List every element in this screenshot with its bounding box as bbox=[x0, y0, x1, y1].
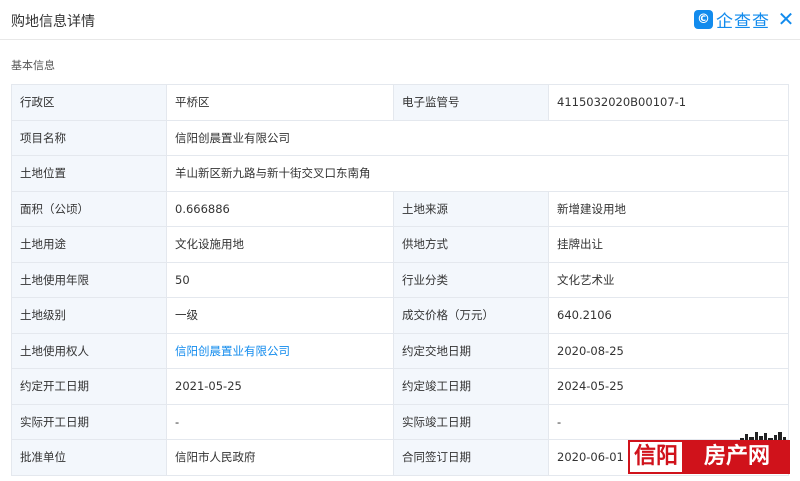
close-icon[interactable]: ✕ bbox=[775, 8, 797, 30]
table-row: 面积（公顷） 0.666886 土地来源 新增建设用地 bbox=[11, 190, 789, 227]
label-supervision-no: 电子监管号 bbox=[393, 84, 549, 121]
watermark-right-text: 房产网 bbox=[684, 440, 790, 474]
value-supply-method: 挂牌出让 bbox=[548, 226, 789, 263]
section-title-basic-info: 基本信息 bbox=[11, 59, 55, 72]
table-row: 约定开工日期 2021-05-25 约定竣工日期 2024-05-25 bbox=[11, 368, 789, 405]
label-district: 行政区 bbox=[11, 84, 167, 121]
table-row: 土地用途 文化设施用地 供地方式 挂牌出让 bbox=[11, 226, 789, 263]
label-actual-start-date: 实际开工日期 bbox=[11, 403, 167, 440]
label-land-grade: 土地级别 bbox=[11, 297, 167, 334]
label-supply-method: 供地方式 bbox=[393, 226, 549, 263]
label-actual-completion-date: 实际竣工日期 bbox=[393, 403, 549, 440]
label-land-source: 土地来源 bbox=[393, 190, 549, 227]
qichacha-logo-icon: © bbox=[694, 9, 713, 29]
table-row: 土地使用权人 信阳创晨置业有限公司 约定交地日期 2020-08-25 bbox=[11, 332, 789, 369]
table-row: 土地位置 羊山新区新九路与新十街交叉口东南角 bbox=[11, 155, 789, 192]
table-row: 行政区 平桥区 电子监管号 4115032020B00107-1 bbox=[11, 84, 789, 121]
land-info-table: 行政区 平桥区 电子监管号 4115032020B00107-1 项目名称 信阳… bbox=[11, 84, 789, 476]
watermark-left-text: 信阳 bbox=[628, 440, 684, 474]
watermark-text: 信阳 房产网 bbox=[628, 440, 790, 474]
label-delivery-date: 约定交地日期 bbox=[393, 332, 549, 369]
value-land-grade: 一级 bbox=[166, 297, 394, 334]
value-district: 平桥区 bbox=[166, 84, 394, 121]
table-row: 土地使用年限 50 行业分类 文化艺术业 bbox=[11, 261, 789, 298]
qichacha-logo: © 企查查 bbox=[694, 8, 770, 32]
label-land-user: 土地使用权人 bbox=[11, 332, 167, 369]
label-area: 面积（公顷） bbox=[11, 190, 167, 227]
label-contract-date: 合同签订日期 bbox=[393, 439, 549, 476]
value-land-use: 文化设施用地 bbox=[166, 226, 394, 263]
label-project-name: 项目名称 bbox=[11, 119, 167, 156]
dialog-title: 购地信息详情 bbox=[11, 14, 95, 30]
label-industry: 行业分类 bbox=[393, 261, 549, 298]
dialog-header: 购地信息详情 © 企查查 ✕ bbox=[0, 0, 800, 40]
value-supervision-no: 4115032020B00107-1 bbox=[548, 84, 789, 121]
label-land-location: 土地位置 bbox=[11, 155, 167, 192]
value-delivery-date: 2020-08-25 bbox=[548, 332, 789, 369]
value-area: 0.666886 bbox=[166, 190, 394, 227]
label-approval-unit: 批准单位 bbox=[11, 439, 167, 476]
land-user-link[interactable]: 信阳创晨置业有限公司 bbox=[166, 332, 394, 369]
xinyang-property-watermark: 信阳 房产网 bbox=[628, 432, 790, 474]
qichacha-logo-text: 企查查 bbox=[716, 11, 770, 32]
value-actual-start-date: - bbox=[166, 403, 394, 440]
value-deal-price: 640.2106 bbox=[548, 297, 789, 334]
label-agreed-completion-date: 约定竣工日期 bbox=[393, 368, 549, 405]
value-land-source: 新增建设用地 bbox=[548, 190, 789, 227]
label-land-use: 土地用途 bbox=[11, 226, 167, 263]
value-agreed-start-date: 2021-05-25 bbox=[166, 368, 394, 405]
value-industry: 文化艺术业 bbox=[548, 261, 789, 298]
value-agreed-completion-date: 2024-05-25 bbox=[548, 368, 789, 405]
value-use-term: 50 bbox=[166, 261, 394, 298]
value-approval-unit: 信阳市人民政府 bbox=[166, 439, 394, 476]
label-deal-price: 成交价格（万元） bbox=[393, 297, 549, 334]
label-use-term: 土地使用年限 bbox=[11, 261, 167, 298]
table-row: 土地级别 一级 成交价格（万元） 640.2106 bbox=[11, 297, 789, 334]
label-agreed-start-date: 约定开工日期 bbox=[11, 368, 167, 405]
value-project-name: 信阳创晨置业有限公司 bbox=[166, 119, 789, 156]
value-land-location: 羊山新区新九路与新十街交叉口东南角 bbox=[166, 155, 789, 192]
table-row: 项目名称 信阳创晨置业有限公司 bbox=[11, 119, 789, 156]
